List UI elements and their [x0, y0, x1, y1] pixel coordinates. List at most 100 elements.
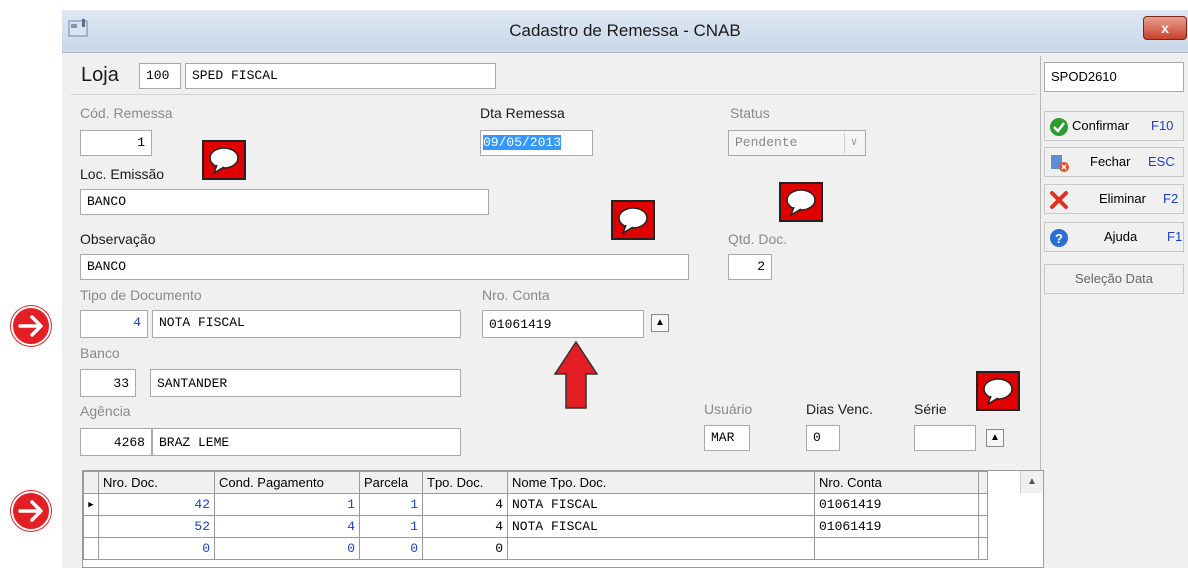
grid-header-nome-tpo-doc[interactable]: Nome Tpo. Doc. [507, 471, 815, 494]
speech-bubble-icon [976, 371, 1020, 411]
cell-nro-doc[interactable]: 0 [98, 537, 215, 560]
cell-nome-tpo-doc[interactable]: NOTA FISCAL [507, 515, 815, 538]
loc-emissao-field[interactable]: BANCO [80, 189, 489, 215]
observacao-label: Observação [80, 231, 156, 247]
program-code-field: SPOD2610 [1044, 62, 1184, 92]
fechar-button[interactable]: Fechar ESC [1044, 147, 1184, 177]
nro-conta-lookup-button[interactable]: ▲ [651, 314, 669, 332]
grid-header-nro-doc[interactable]: Nro. Doc. [98, 471, 215, 494]
tipo-documento-label: Tipo de Documento [80, 287, 202, 303]
nro-conta-label: Nro. Conta [482, 287, 550, 303]
cell-nro-doc[interactable]: 42 [98, 493, 215, 516]
cell-cond-pagamento[interactable]: 1 [214, 493, 360, 516]
dias-venc-field[interactable]: 0 [806, 425, 840, 451]
delete-x-icon [1049, 190, 1069, 210]
grid-header-nro-conta[interactable]: Nro. Conta [814, 471, 979, 494]
loja-name-field[interactable]: SPED FISCAL [185, 63, 496, 89]
banco-code-field[interactable]: 33 [80, 369, 136, 397]
scroll-up-icon[interactable]: ▲ [1020, 471, 1043, 493]
ajuda-button[interactable]: ? Ajuda F1 [1044, 222, 1184, 252]
nro-conta-field[interactable]: 01061419 [482, 310, 644, 338]
loja-code-field[interactable]: 100 [139, 63, 181, 89]
agencia-name-field[interactable]: BRAZ LEME [152, 428, 461, 456]
close-door-icon [1049, 153, 1071, 173]
cell-nro-conta[interactable]: 01061419 [814, 493, 979, 516]
cod-remessa-label: Cód. Remessa [80, 105, 173, 121]
cell-nro-conta[interactable] [814, 537, 979, 560]
eliminar-button[interactable]: Eliminar F2 [1044, 184, 1184, 214]
dta-remessa-value: 09/05/2013 [483, 135, 562, 150]
table-row[interactable]: 0 0 0 0 [83, 537, 988, 560]
serie-label: Série [914, 401, 947, 417]
row-pointer-icon: ▶ [83, 493, 99, 516]
loc-emissao-label: Loc. Emissão [80, 166, 165, 182]
cell-nome-tpo-doc[interactable]: NOTA FISCAL [507, 493, 815, 516]
cod-remessa-field[interactable]: 1 [80, 130, 152, 156]
serie-lookup-button[interactable]: ▲ [986, 429, 1004, 447]
cell-nro-conta[interactable]: 01061419 [814, 515, 979, 538]
banco-label: Banco [80, 345, 120, 361]
banco-name-field[interactable]: SANTANDER [150, 369, 461, 397]
grid-header-cond-pagamento[interactable]: Cond. Pagamento [214, 471, 360, 494]
selecao-data-label: Seleção Data [1074, 271, 1154, 286]
speech-bubble-icon [611, 200, 655, 240]
cell-extra [978, 515, 988, 538]
confirmar-key: F10 [1151, 118, 1174, 133]
qtd-doc-label: Qtd. Doc. [728, 231, 788, 247]
cell-nro-doc[interactable]: 52 [98, 515, 215, 538]
fechar-key: ESC [1148, 154, 1175, 169]
svg-text:?: ? [1055, 231, 1063, 246]
status-value: Pendente [735, 135, 798, 150]
cell-parcela[interactable]: 1 [359, 515, 423, 538]
cell-tpo-doc[interactable]: 4 [422, 515, 508, 538]
ajuda-key: F1 [1167, 229, 1183, 244]
usuario-field[interactable]: MAR [704, 425, 750, 451]
dta-remessa-field[interactable]: 09/05/2013 [480, 130, 593, 156]
up-arrow-icon: ▲ [655, 317, 665, 328]
cell-parcela[interactable]: 1 [359, 493, 423, 516]
cell-cond-pagamento[interactable]: 0 [214, 537, 360, 560]
serie-field[interactable] [914, 425, 976, 451]
selecao-data-button[interactable]: Seleção Data [1044, 264, 1184, 294]
help-icon: ? [1049, 228, 1069, 248]
row-indicator [83, 515, 99, 538]
usuario-label: Usuário [704, 401, 753, 417]
close-button[interactable]: x [1143, 16, 1187, 40]
row-indicator [83, 537, 99, 560]
cell-tpo-doc[interactable]: 0 [422, 537, 508, 560]
red-arrow-circle-icon [10, 305, 52, 347]
ajuda-label: Ajuda [1104, 229, 1138, 244]
grid-header-tpo-doc[interactable]: Tpo. Doc. [422, 471, 508, 494]
confirmar-label: Confirmar [1072, 118, 1130, 133]
table-row[interactable]: ▶ 42 1 1 4 NOTA FISCAL 01061419 [83, 493, 988, 516]
dias-venc-label: Dias Venc. [806, 401, 873, 417]
qtd-doc-field[interactable]: 2 [728, 254, 772, 280]
window-title: Cadastro de Remessa - CNAB [509, 21, 741, 40]
grid-header-row: Nro. Doc. Cond. Pagamento Parcela Tpo. D… [83, 471, 988, 494]
grid-header-extra [978, 471, 988, 494]
eliminar-label: Eliminar [1099, 191, 1146, 206]
cell-parcela[interactable]: 0 [359, 537, 423, 560]
cell-cond-pagamento[interactable]: 4 [214, 515, 360, 538]
tipo-documento-code-field[interactable]: 4 [80, 310, 148, 338]
fechar-label: Fechar [1090, 154, 1131, 169]
agencia-label: Agência [80, 403, 131, 419]
documents-grid[interactable]: Nro. Doc. Cond. Pagamento Parcela Tpo. D… [82, 470, 1044, 568]
confirmar-button[interactable]: Confirmar F10 [1044, 111, 1184, 141]
dta-remessa-label: Dta Remessa [480, 105, 565, 121]
chevron-down-icon[interactable]: ∨ [844, 133, 863, 153]
grid-header-parcela[interactable]: Parcela [359, 471, 423, 494]
up-arrow-icon: ▲ [990, 432, 1000, 443]
cell-tpo-doc[interactable]: 4 [422, 493, 508, 516]
cell-nome-tpo-doc[interactable] [507, 537, 815, 560]
row-indicator-header [83, 471, 99, 494]
cell-extra [978, 537, 988, 560]
table-row[interactable]: 52 4 1 4 NOTA FISCAL 01061419 [83, 515, 988, 538]
eliminar-key: F2 [1163, 191, 1179, 206]
cell-extra [978, 493, 988, 516]
check-icon [1049, 117, 1069, 137]
status-select[interactable]: Pendente ∨ [728, 130, 866, 156]
tipo-documento-name-field[interactable]: NOTA FISCAL [152, 310, 461, 338]
observacao-field[interactable]: BANCO [80, 254, 689, 280]
agencia-code-field[interactable]: 4268 [80, 428, 152, 456]
